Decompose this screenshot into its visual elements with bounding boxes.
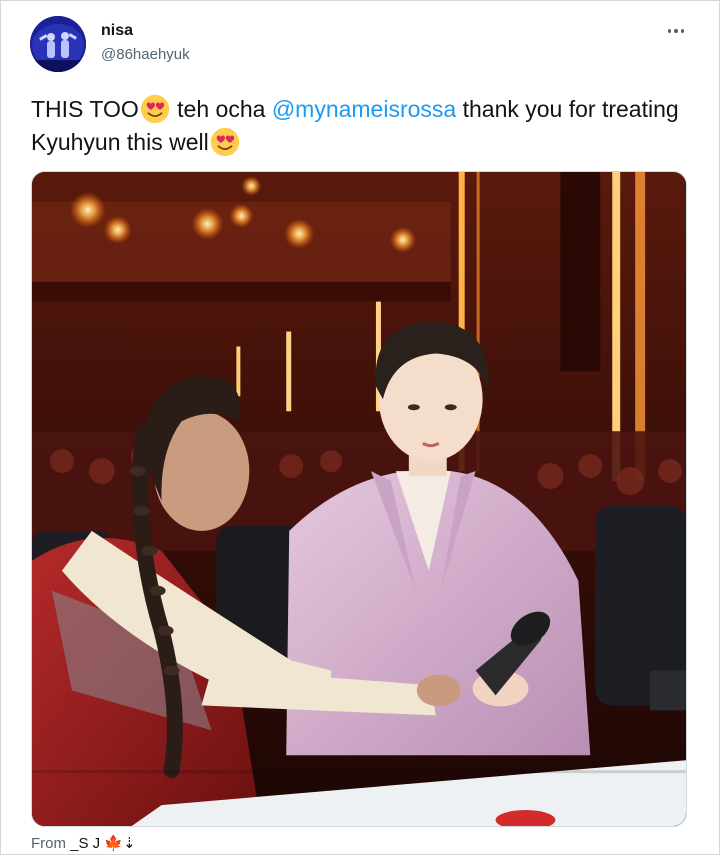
source-account-link[interactable]: _S J 🍁⇣ — [70, 835, 135, 852]
user-handle[interactable]: @86haehyuk — [101, 46, 190, 63]
tweet-text-part1: THIS TOO — [31, 96, 139, 122]
photo-illustration — [32, 172, 686, 826]
tweet-card: nisa @86haehyuk THIS TOO teh ocha @mynam… — [0, 0, 720, 855]
user-display-name[interactable]: nisa — [101, 22, 133, 40]
from-label: From — [31, 835, 66, 852]
media-source: From _S J 🍁⇣ — [31, 834, 136, 852]
more-dot — [674, 29, 678, 33]
more-options-icon[interactable] — [665, 23, 687, 39]
heart-eyes-emoji-icon — [140, 94, 169, 124]
tweet-text-part2: teh ocha — [170, 96, 272, 122]
more-dot — [680, 29, 685, 33]
heart-eyes-emoji-icon — [210, 127, 239, 157]
mention-link[interactable]: @mynameisrossa — [272, 96, 456, 122]
tweet-text: THIS TOO teh ocha @mynameisrossa thank y… — [31, 93, 701, 159]
more-dot — [667, 29, 672, 33]
user-avatar[interactable] — [30, 16, 86, 72]
tweet-photo[interactable] — [31, 171, 687, 827]
avatar-image — [30, 16, 86, 72]
